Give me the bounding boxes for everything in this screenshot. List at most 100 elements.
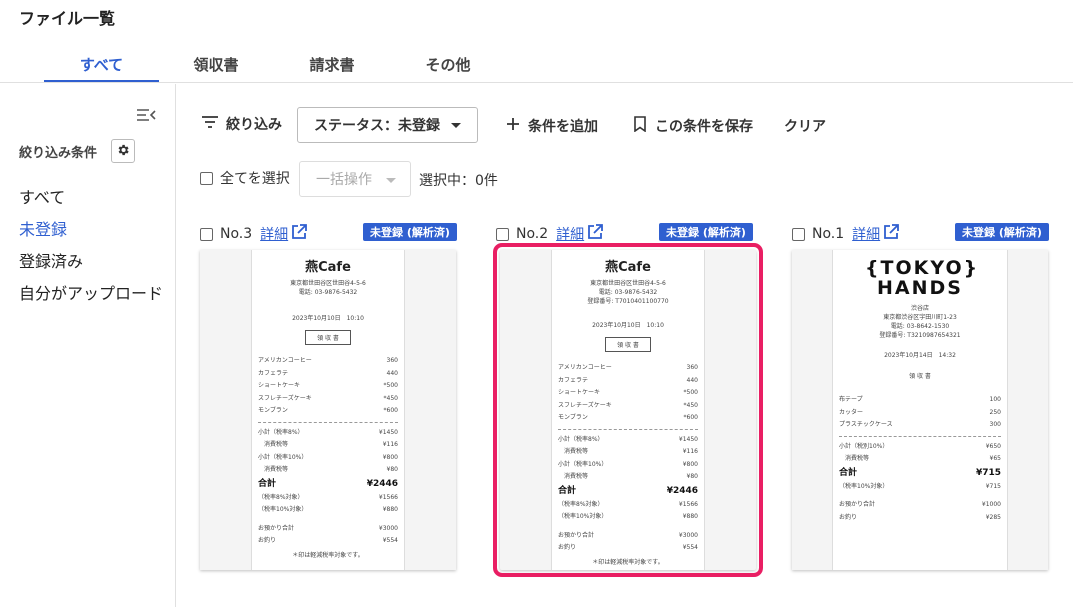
receipt-line-label: 小計（税率10%） [258, 453, 308, 461]
receipt-line-value: *500 [383, 382, 398, 389]
tab-others[interactable]: その他 [418, 54, 478, 75]
external-link-icon[interactable] [882, 223, 900, 245]
card-checkbox[interactable] [200, 227, 213, 241]
receipt-address: 東京都世田谷区世田谷4-5-6 [590, 280, 666, 287]
receipt-total: 合計 ¥2446 [258, 477, 398, 492]
receipt-line-label: 布テープ [839, 396, 863, 403]
filter-settings-button[interactable] [111, 139, 135, 163]
receipt-line: お釣り ¥285 [839, 512, 1001, 525]
detail-link[interactable]: 詳細 [260, 224, 288, 244]
receipt-line: （税率10%対象） ¥715 [839, 481, 1001, 494]
caret-down-icon [451, 123, 461, 128]
receipt-line: 消費税等 ¥116 [258, 439, 398, 452]
receipt-line-value: ¥80 [686, 473, 698, 480]
tab-invoices[interactable]: 請求書 [302, 54, 362, 75]
collapse-sidebar-icon[interactable] [136, 107, 158, 123]
bulk-action-select: 一括操作 [299, 161, 411, 197]
receipt-title: 領 収 書 [605, 337, 651, 352]
clear-button[interactable]: クリア [784, 116, 826, 136]
receipt-line-value: 440 [386, 369, 398, 377]
receipt-line: 小計（税率8%） ¥1450 [558, 434, 698, 447]
status-filter-select[interactable]: ステータス：未登録 [297, 107, 478, 143]
tab-all[interactable]: すべて [44, 54, 159, 75]
receipt-line-value: ¥880 [682, 513, 698, 520]
receipt-line: （税率10%対象） ¥880 [258, 504, 398, 517]
receipt-shop-name: 燕Cafe [305, 260, 351, 275]
receipt-line-label: アメリカンコーヒー [558, 364, 612, 371]
card-header: No.1 詳細 [792, 223, 900, 245]
receipt-registration-number: 登録番号: T3210987654321 [879, 332, 961, 339]
receipt-line-value: 100 [989, 396, 1001, 403]
receipt-thumbnail-selected[interactable]: 燕Cafe 東京都世田谷区世田谷4-5-6 電話: 03-9876-5432 登… [493, 243, 763, 577]
receipt-line-label: 消費税等 [264, 441, 289, 448]
plus-icon [506, 117, 520, 135]
receipt-line-value: 300 [989, 421, 1001, 428]
receipt-line-label: お預かり合計 [258, 524, 295, 532]
filter-label: 絞り込み [226, 117, 282, 133]
select-all-checkbox[interactable] [200, 171, 213, 185]
receipt-divider [558, 428, 698, 430]
receipt-line-value: *600 [683, 414, 698, 421]
receipt-divider [839, 435, 1001, 437]
sidebar-item-all[interactable]: すべて [19, 184, 65, 208]
filter-button[interactable]: 絞り込み [200, 114, 282, 134]
receipt-line-label: ショートケーキ [258, 382, 301, 389]
receipt-shop-name: 燕Cafe [605, 260, 651, 275]
receipt-line-value: 360 [686, 364, 698, 371]
receipt-line: （税率8%対象） ¥1566 [558, 499, 698, 512]
receipt-line: カッター 250 [839, 407, 1001, 420]
receipt-line: 小計（税率10%） ¥800 [258, 452, 398, 465]
receipt-total: 合計 ¥2446 [558, 484, 698, 499]
receipt-line-value: 360 [386, 357, 398, 364]
sidebar: 絞り込み条件 すべて 未登録 登録済み 自分がアップロード [0, 84, 176, 607]
sidebar-item-unregistered[interactable]: 未登録 [19, 216, 67, 240]
receipt-line: カフェラテ 440 [258, 368, 398, 381]
receipt-address: 東京都渋谷区宇田川町1-23 [883, 314, 957, 321]
detail-link[interactable]: 詳細 [556, 224, 584, 244]
card-header: No.2 詳細 [496, 223, 604, 245]
select-all[interactable]: 全てを選択 [200, 168, 290, 188]
card-checkbox[interactable] [792, 227, 805, 241]
receipt-line-label: 小計（税率10%） [558, 460, 608, 468]
bookmark-icon [633, 116, 647, 136]
receipt-total-label: 合計 [839, 467, 858, 478]
receipt-line: プラスチックケース 300 [839, 419, 1001, 432]
receipt-title: 領 収 書 [305, 330, 351, 345]
receipt-line: お釣り ¥554 [558, 542, 698, 555]
external-link-icon[interactable] [290, 223, 308, 245]
receipt-line-value: ¥80 [386, 466, 398, 473]
receipt-line-value: ¥1450 [378, 428, 398, 436]
receipt-line-label: 消費税等 [264, 466, 289, 473]
sidebar-item-registered[interactable]: 登録済み [19, 248, 83, 272]
filter-icon [200, 115, 220, 133]
caret-down-icon [386, 178, 396, 183]
bulk-action-placeholder: 一括操作 [316, 172, 372, 188]
receipt-branch: 渋谷店 [910, 305, 929, 312]
sidebar-item-my-uploads[interactable]: 自分がアップロード [19, 280, 163, 304]
tab-receipts[interactable]: 領収書 [186, 54, 246, 75]
receipt-line: 消費税等 ¥80 [258, 464, 398, 477]
add-condition-button[interactable]: 条件を追加 [506, 116, 598, 136]
receipt-line: スフレチーズケーキ *450 [258, 393, 398, 406]
receipt-registration-number: 登録番号: T7010401100770 [587, 298, 669, 305]
card-number: No.1 [812, 226, 845, 242]
receipt-line-value: ¥554 [382, 537, 398, 544]
card-checkbox[interactable] [496, 227, 509, 241]
receipt-thumbnail[interactable]: 燕Cafe 東京都世田谷区世田谷4-5-6 電話: 03-9876-5432 2… [200, 250, 456, 570]
receipt-divider [258, 421, 398, 423]
external-link-icon[interactable] [586, 223, 604, 245]
receipt-image: 燕Cafe 東京都世田谷区世田谷4-5-6 電話: 03-9876-5432 2… [251, 250, 405, 570]
receipt-line-label: モンブラン [258, 407, 288, 414]
receipt-lines: 布テープ 100 カッター 250 プラスチックケース 300 小計（税別10%） ¥650 消… [839, 394, 1001, 524]
receipt-lines: アメリカンコーヒー 360 カフェラテ 440 ショートケーキ *500 スフレチーズケーキ… [258, 355, 398, 559]
receipt-line-label: スフレチーズケーキ [258, 394, 312, 402]
receipt-line-value: ¥1450 [678, 435, 698, 443]
page-title: ファイル一覧 [19, 9, 116, 28]
save-condition-button[interactable]: この条件を保存 [633, 116, 753, 136]
receipt-line-value: ¥116 [682, 448, 698, 455]
receipt-line: ショートケーキ *500 [558, 387, 698, 400]
detail-link[interactable]: 詳細 [852, 224, 880, 244]
receipt-thumbnail[interactable]: {TOKYO} HANDS 渋谷店 東京都渋谷区宇田川町1-23 電話: 03-… [792, 250, 1048, 570]
receipt-line-label: プラスチックケース [839, 421, 893, 428]
receipt-line-label: ショートケーキ [558, 389, 601, 396]
